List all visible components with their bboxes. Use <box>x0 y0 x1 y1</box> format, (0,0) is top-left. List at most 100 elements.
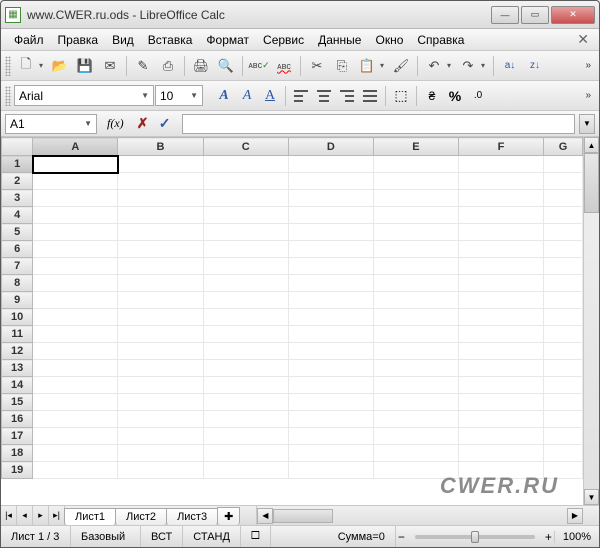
cell[interactable] <box>458 275 543 292</box>
cell[interactable] <box>203 241 288 258</box>
menu-help[interactable]: Справка <box>410 31 471 49</box>
cell[interactable] <box>118 360 203 377</box>
cell[interactable] <box>544 428 583 445</box>
cell[interactable] <box>288 411 373 428</box>
close-document-button[interactable]: ✕ <box>573 31 593 48</box>
cell[interactable] <box>33 224 118 241</box>
status-insert-mode[interactable]: ВСТ <box>141 526 183 547</box>
new-icon[interactable]: 🗋 <box>14 54 38 78</box>
cell[interactable] <box>373 343 458 360</box>
status-selection-mode[interactable]: СТАНД <box>183 526 241 547</box>
cell[interactable] <box>373 394 458 411</box>
row-header[interactable]: 14 <box>2 377 33 394</box>
cell[interactable] <box>33 326 118 343</box>
cell[interactable] <box>288 394 373 411</box>
cell[interactable] <box>373 445 458 462</box>
cell[interactable] <box>118 394 203 411</box>
cell[interactable] <box>118 258 203 275</box>
tab-prev-button[interactable]: ◂ <box>17 506 33 525</box>
select-all-corner[interactable] <box>2 138 33 156</box>
row-header[interactable]: 16 <box>2 411 33 428</box>
cell[interactable] <box>203 156 288 173</box>
cell[interactable] <box>458 241 543 258</box>
cell[interactable] <box>203 275 288 292</box>
cell[interactable] <box>544 173 583 190</box>
close-button[interactable]: ✕ <box>551 6 595 24</box>
cell[interactable] <box>373 309 458 326</box>
cell[interactable] <box>203 224 288 241</box>
cell[interactable] <box>33 360 118 377</box>
column-header[interactable]: A <box>33 138 118 156</box>
cell[interactable] <box>458 343 543 360</box>
cell[interactable] <box>203 190 288 207</box>
cell[interactable] <box>203 462 288 479</box>
status-sum[interactable]: Сумма=0 <box>328 526 396 547</box>
status-page-style[interactable]: Базовый <box>71 526 141 547</box>
cell[interactable] <box>373 411 458 428</box>
cell[interactable] <box>458 428 543 445</box>
cell[interactable] <box>458 207 543 224</box>
align-right-button[interactable] <box>336 85 358 107</box>
row-header[interactable]: 8 <box>2 275 33 292</box>
cell[interactable] <box>203 360 288 377</box>
cell[interactable] <box>544 241 583 258</box>
menu-format[interactable]: Формат <box>199 31 256 49</box>
undo-dropdown[interactable]: ▾ <box>447 61 455 70</box>
row-header[interactable]: 7 <box>2 258 33 275</box>
cell[interactable] <box>373 462 458 479</box>
align-left-button[interactable] <box>290 85 312 107</box>
cell[interactable] <box>373 241 458 258</box>
cell[interactable] <box>118 445 203 462</box>
sheet-grid[interactable]: ABCDEFG12345678910111213141516171819 CWE… <box>1 137 583 505</box>
cell[interactable] <box>203 207 288 224</box>
copy-icon[interactable]: ⎘ <box>330 54 354 78</box>
cell[interactable] <box>203 394 288 411</box>
cell[interactable] <box>373 207 458 224</box>
cell[interactable] <box>458 292 543 309</box>
cell[interactable] <box>544 343 583 360</box>
cell[interactable] <box>458 445 543 462</box>
tab-last-button[interactable]: ▸| <box>49 506 65 525</box>
preview-icon[interactable]: 🔍 <box>214 54 238 78</box>
percent-button[interactable]: % <box>444 85 466 107</box>
row-header[interactable]: 2 <box>2 173 33 190</box>
cell[interactable] <box>373 224 458 241</box>
cell[interactable] <box>373 156 458 173</box>
column-header[interactable]: B <box>118 138 203 156</box>
cell[interactable] <box>288 377 373 394</box>
save-icon[interactable]: 💾 <box>73 54 97 78</box>
cell[interactable] <box>33 207 118 224</box>
cell[interactable] <box>118 309 203 326</box>
pdf-icon[interactable]: ⎙ <box>156 54 180 78</box>
menu-file[interactable]: Файл <box>7 31 51 49</box>
cell[interactable] <box>118 326 203 343</box>
zoom-slider[interactable] <box>415 535 535 539</box>
cell[interactable] <box>203 326 288 343</box>
cell[interactable] <box>288 156 373 173</box>
print-icon[interactable]: 🖨 <box>189 54 213 78</box>
cell[interactable] <box>544 377 583 394</box>
cell[interactable] <box>203 309 288 326</box>
cell[interactable] <box>544 275 583 292</box>
cell[interactable] <box>118 275 203 292</box>
cell[interactable] <box>118 156 203 173</box>
cell[interactable] <box>544 309 583 326</box>
cell[interactable] <box>288 428 373 445</box>
cell-reference-combo[interactable]: A1 ▼ <box>5 114 97 134</box>
row-header[interactable]: 12 <box>2 343 33 360</box>
menu-tools[interactable]: Сервис <box>256 31 311 49</box>
cell[interactable] <box>288 309 373 326</box>
cell[interactable] <box>118 428 203 445</box>
menu-data[interactable]: Данные <box>311 31 368 49</box>
formula-input[interactable] <box>182 114 575 134</box>
row-header[interactable]: 19 <box>2 462 33 479</box>
cell[interactable] <box>288 224 373 241</box>
toolbar-grip[interactable] <box>5 86 11 106</box>
cell[interactable] <box>458 462 543 479</box>
align-justify-button[interactable] <box>359 85 381 107</box>
cell[interactable] <box>458 156 543 173</box>
cell[interactable] <box>288 173 373 190</box>
cell[interactable] <box>118 241 203 258</box>
toolbar-grip[interactable] <box>5 56 11 76</box>
cell[interactable] <box>458 326 543 343</box>
